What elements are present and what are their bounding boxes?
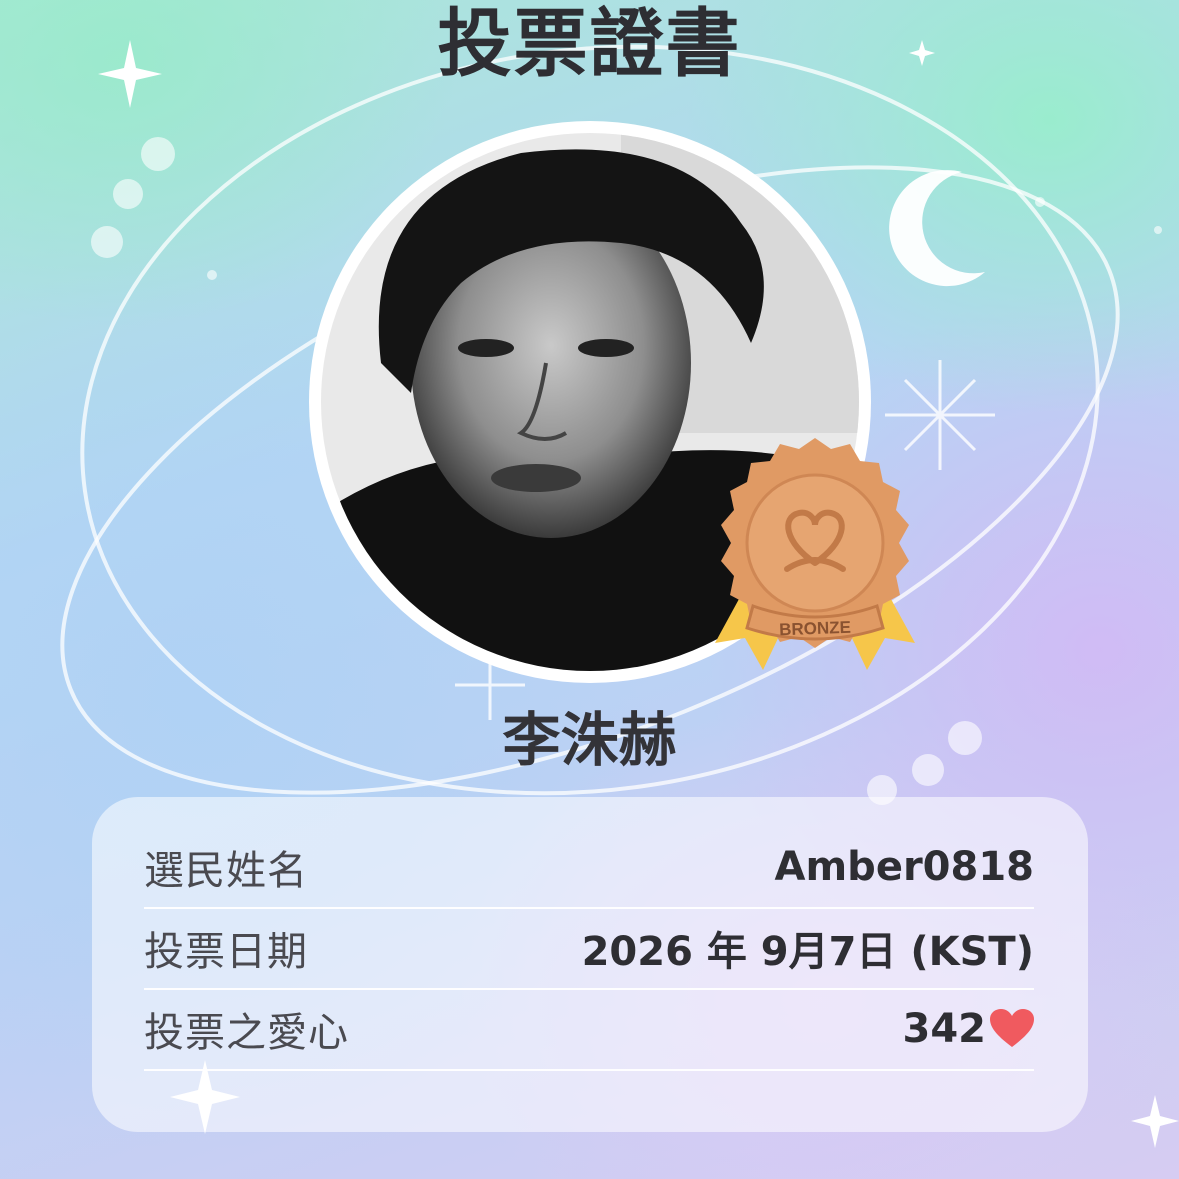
decor-dot bbox=[1035, 197, 1045, 207]
moon-icon bbox=[889, 170, 985, 287]
decor-dot bbox=[1154, 226, 1162, 234]
certificate-title: 投票證書 bbox=[437, 1, 742, 87]
voter-row: 選民姓名 Amber0818 bbox=[144, 827, 1034, 909]
hearts-label: 投票之愛心 bbox=[144, 1010, 349, 1056]
hearts-value: 342 bbox=[902, 1006, 987, 1052]
badge-tier-label: BRONZE bbox=[779, 618, 851, 639]
hearts-value-group: 342 bbox=[902, 1006, 1034, 1052]
idol-name: 李洙赫 bbox=[502, 706, 677, 774]
decor-dot bbox=[207, 270, 217, 280]
date-label: 投票日期 bbox=[144, 929, 308, 975]
heart-icon bbox=[990, 1009, 1034, 1047]
decor-dot bbox=[141, 137, 175, 171]
voter-value: Amber0818 bbox=[774, 844, 1034, 890]
decor-dot bbox=[91, 226, 123, 258]
date-value: 2026 年 9月7日 (KST) bbox=[581, 929, 1034, 975]
bronze-badge: BRONZE bbox=[715, 438, 915, 670]
decor-dot bbox=[113, 179, 143, 209]
vote-details-card: 選民姓名 Amber0818 投票日期 2026 年 9月7日 (KST) 投票… bbox=[92, 797, 1088, 1132]
voter-label: 選民姓名 bbox=[144, 848, 308, 894]
hearts-row: 投票之愛心 342 bbox=[144, 989, 1034, 1071]
sparkle-icon bbox=[1131, 1095, 1179, 1148]
date-row: 投票日期 2026 年 9月7日 (KST) bbox=[144, 908, 1034, 990]
